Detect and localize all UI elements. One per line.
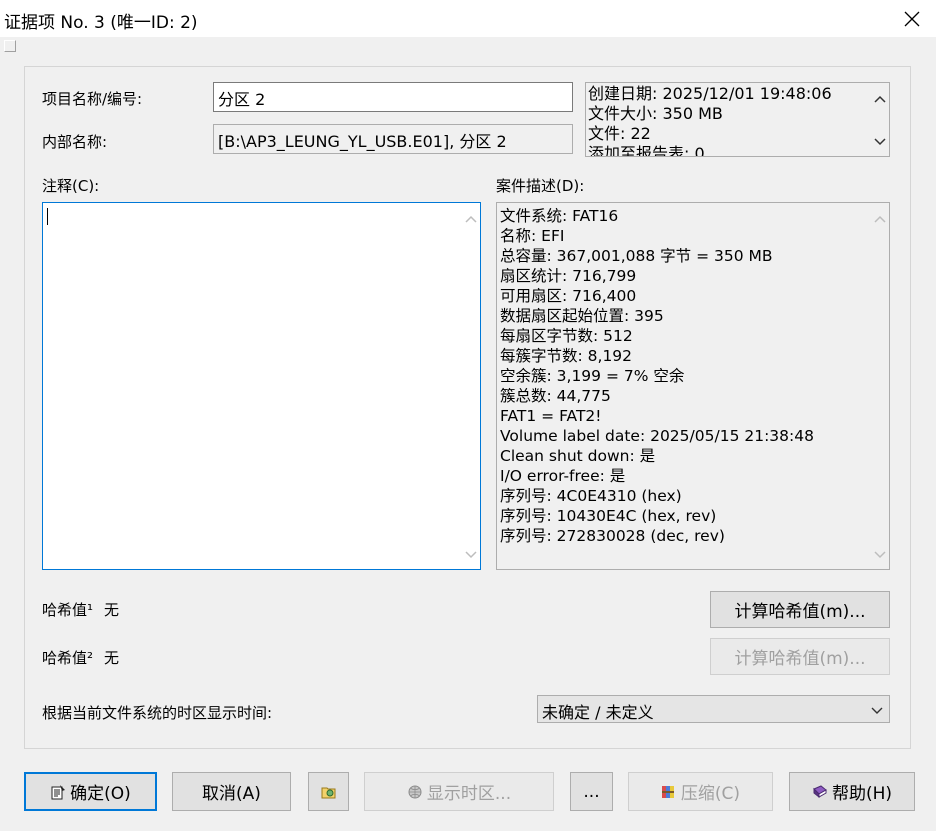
info-line: 添加至报告表: 0 [588,144,705,157]
description-label: 案件描述(D): [496,177,585,195]
ok-button[interactable]: 确定(O) [24,772,157,811]
timezone-selected: 未确定 / 未定义 [542,703,654,722]
comment-textarea[interactable] [42,202,481,570]
scroll-down-icon[interactable] [461,545,480,565]
compress-label: 压缩(C) [680,784,741,804]
description-line: 总容量: 367,001,088 字节 = 350 MB [500,247,773,265]
browse-folder-button[interactable] [308,772,349,811]
name-label: 项目名称/编号: [42,90,143,108]
hash1-value: 无 [104,601,120,619]
comment-scrollbar[interactable] [461,203,480,569]
help-book-icon [812,784,828,800]
help-button[interactable]: 帮助(H) [789,772,915,811]
description-line: 簇总数: 44,775 [500,387,611,405]
description-line: FAT1 = FAT2! [500,407,602,425]
name-input[interactable]: 分区 2 [213,82,573,112]
compute-hash2-button[interactable]: 计算哈希值(m)... [710,638,890,675]
description-scrollbar[interactable] [870,203,889,569]
info-line: 创建日期: 2025/12/01 19:48:06 [588,84,832,103]
comment-label: 注释(C): [42,177,100,195]
hash1-label: 哈希值¹ [42,601,94,619]
hash2-value: 无 [104,649,120,667]
more-button[interactable]: ... [570,772,613,811]
description-line: 文件系统: FAT16 [500,207,619,225]
description-line: 扇区统计: 716,799 [500,267,637,285]
scroll-up-icon[interactable] [870,209,889,229]
description-line: 数据扇区起始位置: 395 [500,307,664,325]
description-line: 空余簇: 3,199 = 7% 空余 [500,367,685,385]
info-line: 文件大小: 350 MB [588,104,723,123]
scroll-down-icon[interactable] [870,545,889,565]
compute-hash-label: 计算哈希值(m)... [734,602,866,622]
compute-hash-button[interactable]: 计算哈希值(m)... [710,591,890,628]
item-info-lines: 创建日期: 2025/12/01 19:48:06 文件大小: 350 MB 文… [588,84,832,157]
scroll-down-icon[interactable] [870,132,889,152]
ok-label: 确定(O) [70,784,131,804]
timezone-select[interactable]: 未确定 / 未定义 [537,695,890,723]
description-box[interactable]: 文件系统: FAT16 名称: EFI 总容量: 367,001,088 字节 … [496,202,890,570]
text-caret [47,208,48,225]
description-line: 序列号: 10430E4C (hex, rev) [500,507,717,525]
timezone-label: 根据当前文件系统的时区显示时间: [42,704,273,722]
scroll-up-icon[interactable] [461,209,480,229]
description-line: 序列号: 272830028 (dec, rev) [500,527,725,545]
hash2-label: 哈希值² [42,649,94,667]
description-line: Volume label date: 2025/05/15 21:38:48 [500,427,814,445]
description-line: 每扇区字节数: 512 [500,327,633,345]
description-line: 每簇字节数: 8,192 [500,347,633,365]
description-lines: 文件系统: FAT16 名称: EFI 总容量: 367,001,088 字节 … [500,206,814,546]
close-button[interactable] [888,0,936,37]
show-timezone-button[interactable]: 显示时区... [364,772,554,811]
show-timezone-label: 显示时区... [426,784,512,804]
help-label: 帮助(H) [831,784,893,804]
folder-icon [321,784,337,800]
description-line: Clean shut down: 是 [500,447,656,465]
item-info-box[interactable]: 创建日期: 2025/12/01 19:48:06 文件大小: 350 MB 文… [585,82,890,157]
window-title: 证据项 No. 3 (唯一ID: 2) [4,13,198,33]
info-scrollbar[interactable] [870,83,889,156]
archive-icon [661,784,677,800]
cancel-button[interactable]: 取消(A) [172,772,291,811]
scroll-up-icon[interactable] [870,89,889,109]
title-bar: 证据项 No. 3 (唯一ID: 2) [0,0,936,37]
internal-name-label: 内部名称: [42,133,108,151]
description-line: I/O error-free: 是 [500,467,626,485]
compress-button[interactable]: 压缩(C) [628,772,773,811]
size-grip [4,40,16,52]
chevron-down-icon[interactable] [871,701,883,720]
description-line: 名称: EFI [500,227,565,245]
compute-hash2-label: 计算哈希值(m)... [734,649,866,669]
more-label: ... [583,781,600,802]
description-line: 序列号: 4C0E4310 (hex) [500,487,682,505]
close-icon[interactable] [904,11,920,27]
globe-icon [407,784,423,800]
info-line: 文件: 22 [588,124,651,143]
description-line: 可用扇区: 716,400 [500,287,637,305]
cancel-label: 取消(A) [202,784,261,804]
internal-name-field: [B:\AP3_LEUNG_YL_USB.E01], 分区 2 [213,124,573,154]
properties-icon [50,784,66,800]
